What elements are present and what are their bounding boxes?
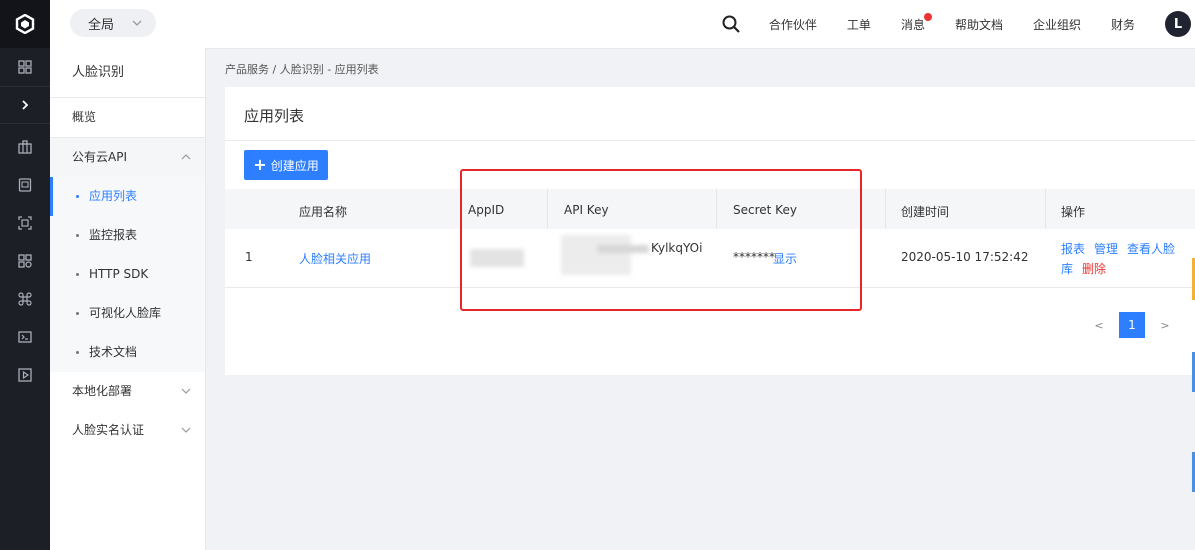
api-key-suffix: KylkqYOi <box>651 241 703 255</box>
next-page-button[interactable]: > <box>1155 319 1175 332</box>
th-appid: AppID <box>468 203 505 217</box>
scope-select[interactable]: 全局 <box>70 9 156 37</box>
th-api-key: API Key <box>564 203 609 217</box>
search-icon[interactable] <box>721 14 741 34</box>
blurred-api-key-text <box>597 245 649 253</box>
expand-chevron-icon[interactable] <box>0 86 50 124</box>
sidebar-item-label: 技术文档 <box>89 345 138 359</box>
screen-icon[interactable] <box>0 318 50 356</box>
column-divider <box>1045 189 1046 229</box>
sidebar-group-label: 公有云API <box>72 150 127 164</box>
show-secret-link[interactable]: 显示 <box>773 250 797 267</box>
scope-label: 全局 <box>88 17 115 33</box>
sidebar-item-monitor-report[interactable]: 监控报表 <box>50 216 205 255</box>
th-actions: 操作 <box>1061 205 1086 219</box>
logo-icon[interactable] <box>0 0 50 48</box>
sidebar-item-tech-docs[interactable]: 技术文档 <box>50 333 205 372</box>
sidebar-item-http-sdk[interactable]: HTTP SDK <box>50 255 205 294</box>
report-link[interactable]: 报表 <box>1061 240 1085 257</box>
sidebar-group-label: 本地化部署 <box>72 384 133 398</box>
sidebar-group-label: 人脸实名认证 <box>72 423 145 437</box>
nav-messages[interactable]: 消息 <box>900 12 932 33</box>
sidebar-group-realname[interactable]: 人脸实名认证 <box>50 411 205 450</box>
column-divider <box>885 189 886 229</box>
nav-tickets[interactable]: 工单 <box>847 16 871 33</box>
blurred-appid <box>470 249 524 267</box>
column-divider <box>716 189 717 229</box>
sidebar-item-overview[interactable]: 概览 <box>50 98 205 138</box>
view-face-db-link-wrap[interactable]: 库 <box>1061 260 1073 277</box>
nav-organization[interactable]: 企业组织 <box>1033 16 1081 33</box>
th-secret-key: Secret Key <box>733 203 797 217</box>
chevron-down-icon <box>181 427 191 433</box>
chevron-down-icon <box>132 20 142 26</box>
sidebar-item-app-list[interactable]: 应用列表 <box>50 177 205 216</box>
product-sidebar: 人脸识别 概览 公有云API 应用列表 监控报表 HTTP SDK 可视化人脸库… <box>50 48 206 550</box>
app-list-card: 应用列表 + 创建应用 应用名称 AppID API Key Secret Ke… <box>225 87 1195 375</box>
bullet-icon <box>76 312 79 315</box>
page-1-button[interactable]: 1 <box>1119 312 1145 338</box>
app-name-link[interactable]: 人脸相关应用 <box>299 250 371 267</box>
chevron-up-icon <box>181 154 191 160</box>
document-icon[interactable] <box>0 166 50 204</box>
top-nav: 合作伙伴 工单 消息 帮助文档 企业组织 财务 L <box>721 0 1195 48</box>
command-icon[interactable] <box>0 280 50 318</box>
th-app-name: 应用名称 <box>299 205 348 219</box>
sidebar-item-label: 应用列表 <box>89 189 138 203</box>
sidebar-item-label: 监控报表 <box>89 228 138 242</box>
play-icon[interactable] <box>0 356 50 394</box>
bullet-icon <box>76 273 79 276</box>
nav-finance[interactable]: 财务 <box>1111 16 1135 33</box>
bullet-icon <box>76 234 79 237</box>
divider <box>225 140 1195 141</box>
prev-page-button[interactable]: < <box>1089 319 1109 332</box>
left-rail <box>0 0 50 550</box>
create-app-button[interactable]: + 创建应用 <box>244 150 328 180</box>
chevron-down-icon <box>181 388 191 394</box>
nav-partners[interactable]: 合作伙伴 <box>769 16 817 33</box>
notification-dot <box>923 12 932 21</box>
breadcrumb: 产品服务 / 人脸识别 - 应用列表 <box>225 63 379 76</box>
created-time: 2020-05-10 17:52:42 <box>901 250 1029 264</box>
sidebar-item-label: HTTP SDK <box>89 267 149 281</box>
plus-icon: + <box>253 155 267 174</box>
sidebar-item-face-library[interactable]: 可视化人脸库 <box>50 294 205 333</box>
briefcase-icon[interactable] <box>0 128 50 166</box>
face-scan-icon[interactable] <box>0 204 50 242</box>
sidebar-group-public-api[interactable]: 公有云API <box>50 138 205 177</box>
apps-icon[interactable] <box>0 242 50 280</box>
nav-help-docs[interactable]: 帮助文档 <box>955 16 1003 33</box>
sidebar-group-local-deploy[interactable]: 本地化部署 <box>50 372 205 411</box>
delete-link[interactable]: 删除 <box>1082 260 1106 277</box>
row-index: 1 <box>245 250 253 264</box>
th-created-time: 创建时间 <box>901 205 950 219</box>
create-app-label: 创建应用 <box>270 158 319 173</box>
table-header: 应用名称 AppID API Key Secret Key 创建时间 操作 <box>225 189 1195 229</box>
secret-key-masked: ******* <box>733 250 775 264</box>
sidebar-item-label: 可视化人脸库 <box>89 306 162 320</box>
column-divider <box>460 189 461 229</box>
grid-icon[interactable] <box>0 48 50 86</box>
page-title: 应用列表 <box>244 107 305 125</box>
blurred-api-key <box>561 235 631 275</box>
sidebar-title: 人脸识别 <box>50 48 205 98</box>
top-header: 全局 合作伙伴 工单 消息 帮助文档 企业组织 财务 L <box>50 0 1195 49</box>
column-divider <box>547 189 548 229</box>
view-face-db-link[interactable]: 查看人脸 <box>1127 240 1175 257</box>
avatar[interactable]: L <box>1165 11 1191 37</box>
pagination: < 1 > <box>1089 312 1175 338</box>
table-row: 1 人脸相关应用 KylkqYOi ******* 显示 2020-05-10 … <box>225 229 1195 288</box>
bullet-icon <box>76 351 79 354</box>
bullet-icon <box>76 195 79 198</box>
manage-link[interactable]: 管理 <box>1094 240 1118 257</box>
nav-messages-label: 消息 <box>900 17 925 32</box>
